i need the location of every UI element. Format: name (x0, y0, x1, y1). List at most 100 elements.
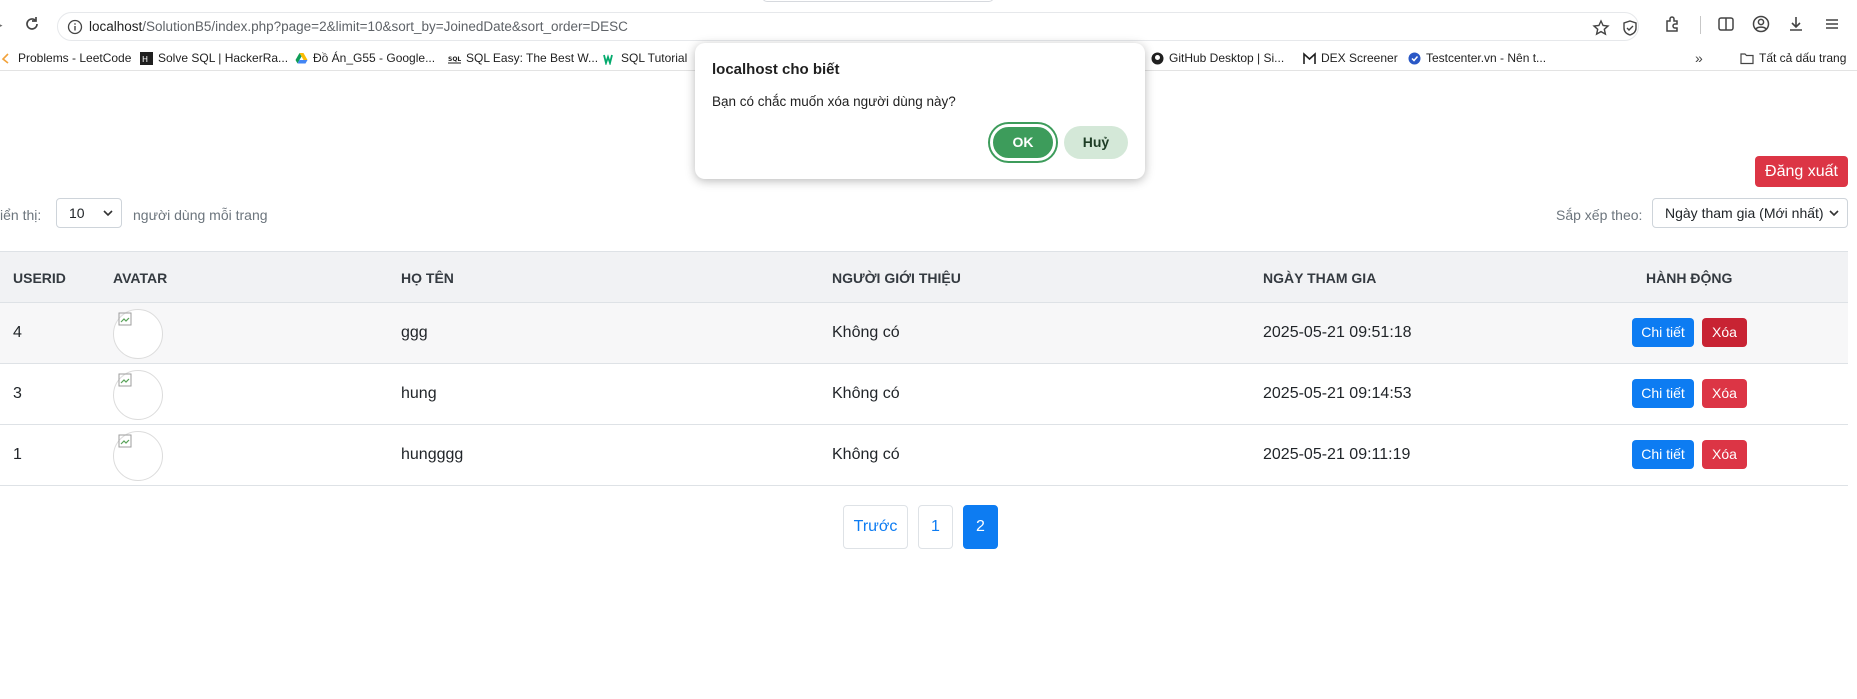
bookmark-item[interactable]: SQL SQL Easy: The Best W... (448, 49, 598, 67)
header-avatar: AVATAR (113, 270, 168, 286)
forward-icon[interactable]: ▸ (0, 17, 6, 32)
bookmark-label: Solve SQL | HackerRa... (158, 51, 289, 65)
pagination-prev[interactable]: Trước (843, 505, 908, 549)
broken-image-icon (118, 373, 132, 387)
pagination-page[interactable]: 1 (918, 505, 953, 549)
all-bookmarks-label: Tất cả dấu trang (1759, 51, 1847, 65)
detail-button[interactable]: Chi tiết (1632, 379, 1694, 408)
extensions-icon[interactable] (1663, 14, 1683, 34)
confirm-dialog: localhost cho biết Bạn có chắc muốn xóa … (695, 43, 1145, 179)
sort-value: Ngày tham gia (Mới nhất) (1665, 205, 1824, 221)
pagination-page-current[interactable]: 2 (963, 505, 998, 549)
url-path: /SolutionB5/index.php?page=2&limit=10&so… (142, 19, 628, 34)
cell-userid: 1 (13, 446, 22, 463)
bookmark-label: DEX Screener (1321, 51, 1398, 65)
side-panel-icon[interactable] (1716, 14, 1736, 34)
header-actions: HÀNH ĐỘNG (1646, 270, 1733, 286)
address-bar[interactable]: localhost/SolutionB5/index.php?page=2&li… (57, 12, 1639, 41)
bookmark-label: SQL Easy: The Best W... (466, 51, 599, 65)
bookmark-star-icon[interactable] (1592, 19, 1610, 37)
detail-button[interactable]: Chi tiết (1632, 440, 1694, 469)
testcenter-icon (1408, 52, 1421, 64)
hackerrank-icon: H (140, 51, 153, 65)
browser-toolbar: ▸ localhost/SolutionB5/index.php?page=2&… (0, 0, 1857, 44)
users-table: USERID AVATAR HỌ TÊN NGƯỜI GIỚI THIỆU NG… (0, 251, 1848, 486)
toolbar-separator (1700, 16, 1701, 34)
all-bookmarks-folder[interactable]: Tất cả dấu trang (1740, 49, 1846, 67)
bookmark-item[interactable]: Testcenter.vn - Nên t... (1408, 49, 1546, 67)
bookmark-item[interactable]: Đồ Án_G55 - Google... (295, 49, 435, 67)
active-tab-edge (762, 0, 994, 2)
bookmark-item[interactable]: Problems - LeetCode (0, 49, 131, 67)
delete-button[interactable]: Xóa (1702, 379, 1747, 408)
chevron-down-icon (1829, 210, 1839, 217)
cell-joined: 2025-05-21 09:51:18 (1263, 324, 1412, 341)
google-drive-icon (295, 52, 308, 63)
url-host: localhost (89, 19, 143, 34)
per-page-label: người dùng mỗi trang (133, 207, 268, 223)
broken-image-icon (118, 312, 132, 326)
cancel-button[interactable]: Huỷ (1064, 126, 1128, 159)
more-bookmarks-icon[interactable]: » (1695, 50, 1703, 66)
w3schools-icon (603, 53, 613, 65)
profile-icon[interactable] (1751, 14, 1771, 34)
bookmark-label: GitHub Desktop | Si... (1169, 51, 1285, 65)
bookmark-item[interactable]: DEX Screener (1303, 49, 1398, 67)
avatar (113, 431, 163, 481)
github-icon (1151, 52, 1164, 64)
header-referrer: NGƯỜI GIỚI THIỆU (832, 270, 961, 286)
ok-button[interactable]: OK (990, 124, 1056, 161)
svg-text:SQL: SQL (448, 56, 461, 63)
reload-icon[interactable] (22, 14, 42, 34)
bookmark-label: Đồ Án_G55 - Google... (313, 51, 436, 65)
shield-extension-icon[interactable] (1621, 19, 1639, 37)
svg-text:H: H (142, 55, 148, 64)
menu-icon[interactable] (1822, 14, 1842, 34)
table-row: 1 hungggg Không có 2025-05-21 09:11:19 C… (0, 425, 1848, 486)
show-label: iển thị: (0, 207, 42, 223)
download-icon[interactable] (1786, 14, 1806, 34)
bookmark-label: Problems - LeetCode (18, 51, 132, 65)
delete-button[interactable]: Xóa (1702, 440, 1747, 469)
sort-label: Sắp xếp theo: (1556, 207, 1643, 223)
sort-select[interactable]: Ngày tham gia (Mới nhất) (1652, 198, 1848, 228)
cell-userid: 4 (13, 324, 22, 341)
site-info-icon[interactable] (67, 19, 83, 35)
cell-joined: 2025-05-21 09:14:53 (1263, 385, 1412, 402)
header-userid: USERID (13, 270, 66, 286)
limit-select[interactable]: 10 (56, 198, 122, 228)
bookmark-item[interactable]: SQL Tutorial (603, 49, 687, 67)
bookmark-label: Testcenter.vn - Nên t... (1426, 51, 1547, 65)
leetcode-icon (1, 52, 9, 64)
cell-referrer: Không có (832, 446, 900, 463)
delete-button[interactable]: Xóa (1702, 318, 1747, 347)
avatar (113, 370, 163, 420)
bookmark-label: SQL Tutorial (621, 51, 688, 65)
dexscreener-icon (1303, 51, 1316, 64)
cell-name: ggg (401, 324, 428, 341)
table-row: 3 hung Không có 2025-05-21 09:14:53 Chi … (0, 364, 1848, 425)
detail-button[interactable]: Chi tiết (1632, 318, 1694, 347)
cell-userid: 3 (13, 385, 22, 402)
logout-button[interactable]: Đăng xuất (1755, 156, 1848, 187)
cell-joined: 2025-05-21 09:11:19 (1263, 446, 1411, 463)
avatar (113, 309, 163, 359)
limit-value: 10 (69, 205, 85, 221)
broken-image-icon (118, 434, 132, 448)
header-joined: NGÀY THAM GIA (1263, 270, 1377, 286)
url-text: localhost/SolutionB5/index.php?page=2&li… (89, 19, 628, 34)
cell-referrer: Không có (832, 385, 900, 402)
table-header: USERID AVATAR HỌ TÊN NGƯỜI GIỚI THIỆU NG… (0, 251, 1848, 303)
bookmark-item[interactable]: GitHub Desktop | Si... (1151, 49, 1284, 67)
dialog-title: localhost cho biết (712, 61, 840, 78)
cell-name: hungggg (401, 446, 464, 463)
cell-referrer: Không có (832, 324, 900, 341)
cell-name: hung (401, 385, 437, 402)
header-name: HỌ TÊN (401, 270, 454, 286)
sqleasy-icon: SQL (448, 56, 461, 63)
chevron-down-icon (103, 210, 113, 217)
table-row: 4 ggg Không có 2025-05-21 09:51:18 Chi t… (0, 303, 1848, 364)
bookmark-item[interactable]: H Solve SQL | HackerRa... (140, 49, 288, 67)
folder-icon (1740, 52, 1754, 64)
dialog-message: Bạn có chắc muốn xóa người dùng này? (712, 94, 956, 109)
